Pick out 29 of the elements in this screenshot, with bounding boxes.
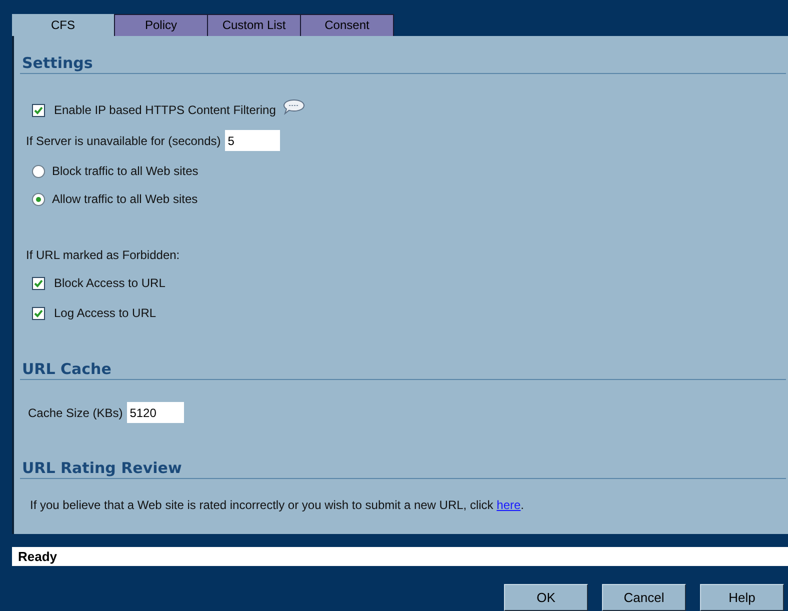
checkbox[interactable] xyxy=(32,306,45,320)
option-label: Allow traffic to all Web sites xyxy=(52,192,198,206)
section-heading: URL Cache xyxy=(21,360,112,379)
dialog-button[interactable]: OK xyxy=(504,584,588,611)
tab[interactable]: CFS xyxy=(12,14,114,36)
section-heading: Settings xyxy=(21,54,94,73)
radio-button[interactable] xyxy=(32,164,45,178)
input-field[interactable]: 5 xyxy=(224,130,280,151)
tab[interactable]: Policy xyxy=(114,14,208,36)
option-label: Block traffic to all Web sites xyxy=(52,164,198,178)
tab[interactable]: Consent xyxy=(300,14,394,36)
here-link[interactable]: here xyxy=(496,498,521,512)
option-label: Log Access to URL xyxy=(54,306,156,320)
field-label: Cache Size (KBs) xyxy=(28,406,123,420)
field-label: If Server is unavailable for (seconds) xyxy=(26,134,221,148)
option-heading: If URL marked as Forbidden: xyxy=(26,248,181,262)
option-label: Block Access to URL xyxy=(54,276,166,290)
dialog-button[interactable]: Help xyxy=(700,584,784,611)
status-bar: Ready xyxy=(12,547,788,566)
tab[interactable]: Custom List xyxy=(207,14,301,36)
info-text: If you believe that a Web site is rated incorrectly or you wish to submit a new URL, click here. xyxy=(30,498,526,512)
checkbox[interactable] xyxy=(32,104,45,116)
checkbox[interactable] xyxy=(32,276,45,290)
option-label: Enable IP based HTTPS Content Filtering xyxy=(54,103,276,117)
dialog-button[interactable]: Cancel xyxy=(602,584,686,611)
input-field[interactable]: 5120 xyxy=(126,402,184,423)
radio-button[interactable] xyxy=(32,192,45,206)
speech-bubble-icon[interactable] xyxy=(282,99,305,115)
section-heading: URL Rating Review xyxy=(21,459,183,478)
